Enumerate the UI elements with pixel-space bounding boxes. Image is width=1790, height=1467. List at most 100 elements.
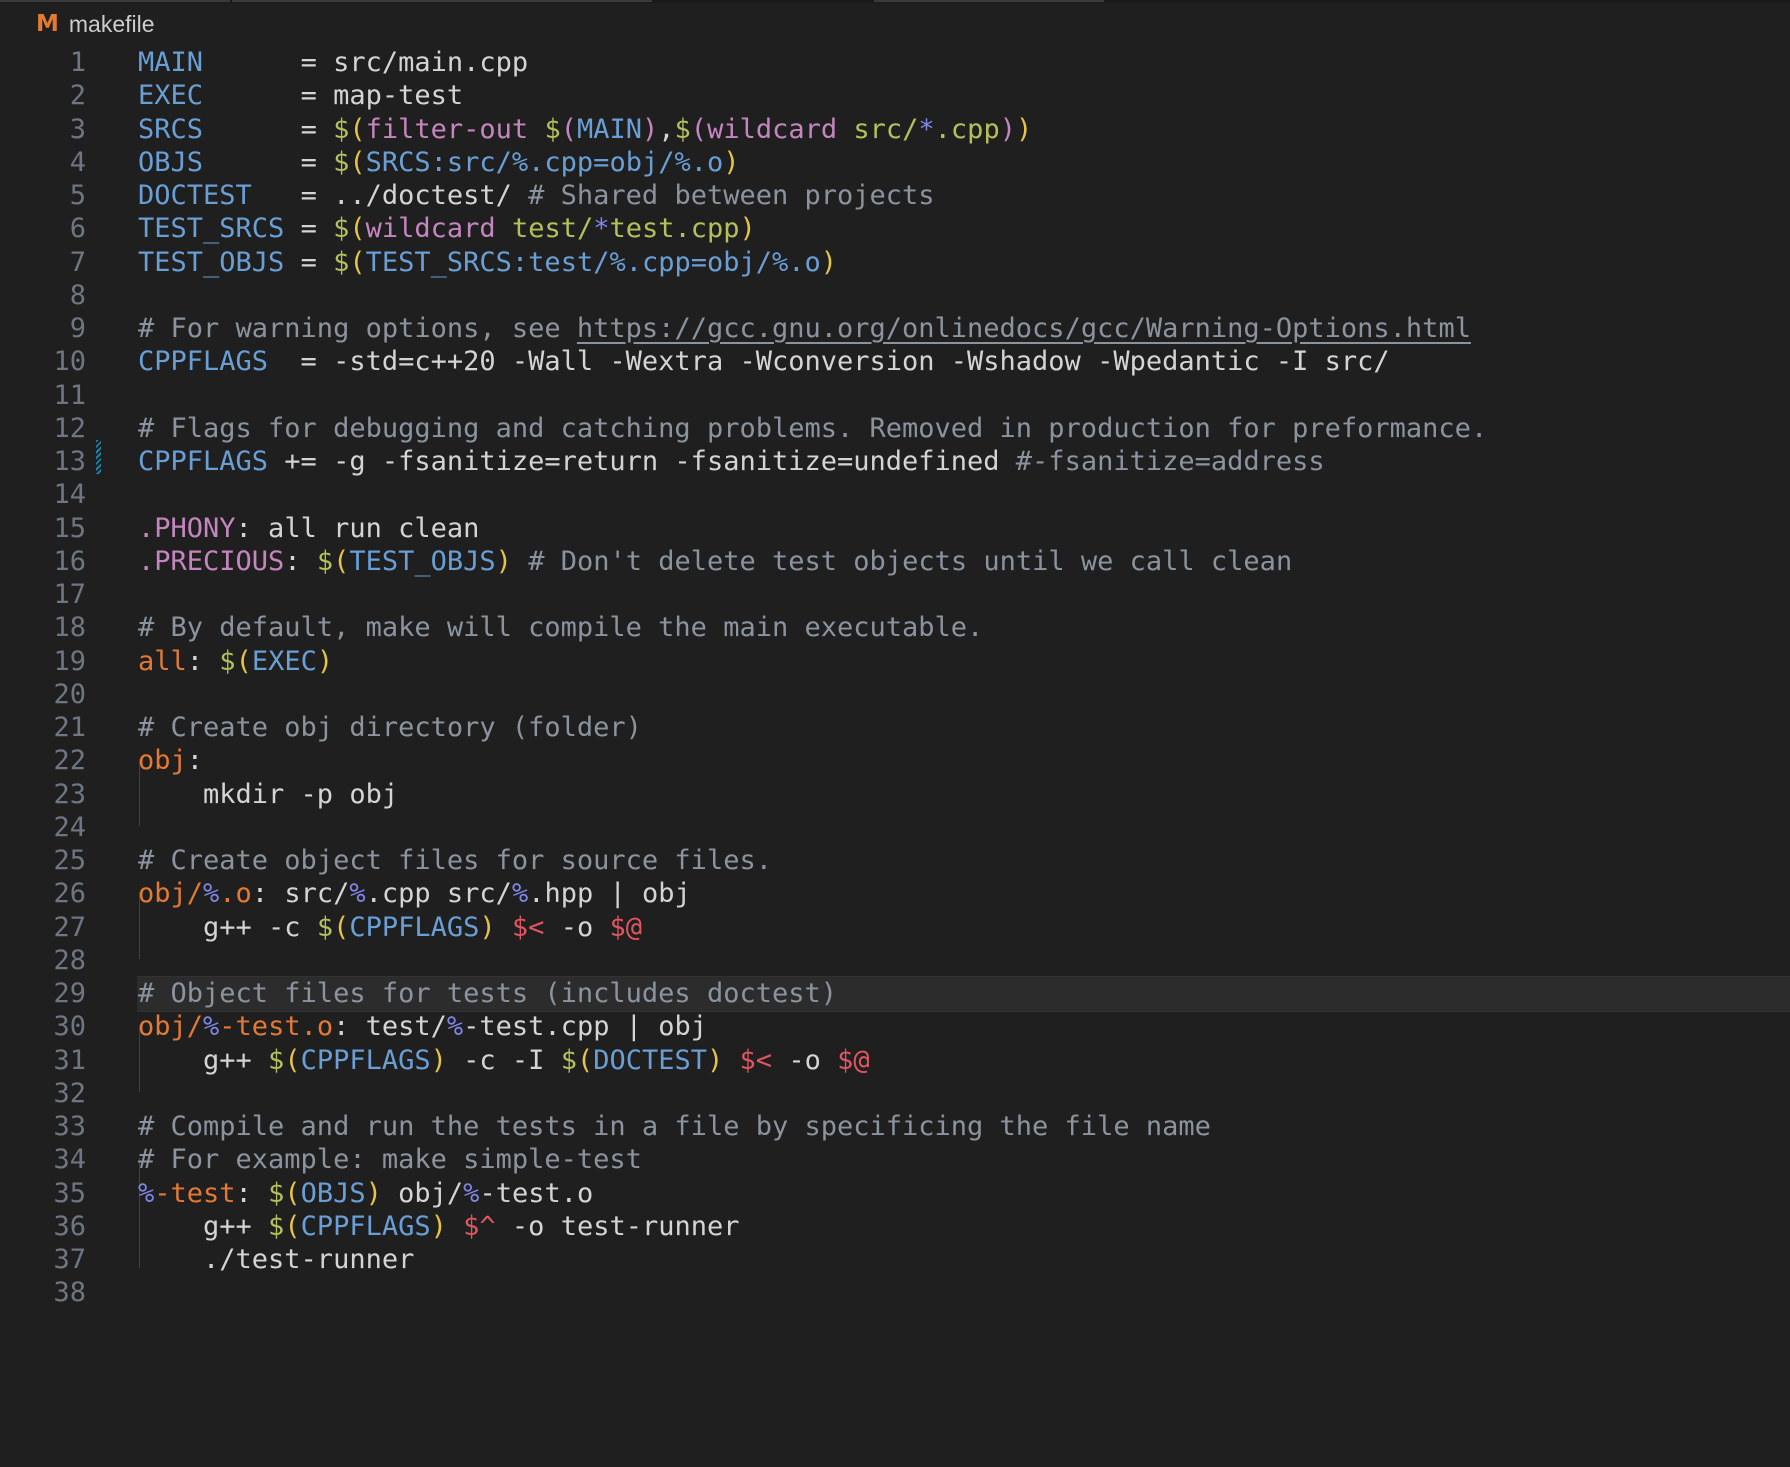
code-token: .cpp <box>934 113 1000 145</box>
code-token: = <box>284 246 334 278</box>
code-token: DOCTEST <box>138 180 252 211</box>
code-token: # For example: make simple-test <box>138 1144 642 1176</box>
code-token: TEST_OBJS <box>349 545 496 577</box>
code-token: ( <box>284 1044 301 1076</box>
code-token: .hpp | obj <box>528 878 691 910</box>
code-text[interactable]: .PRECIOUS: $(TEST_OBJS) # Don't delete t… <box>138 543 1292 581</box>
code-token: ) <box>1015 113 1033 145</box>
code-token: , <box>658 113 675 145</box>
code-token: $< <box>739 1044 773 1076</box>
code-token: = <box>203 146 334 178</box>
code-token: -test.o <box>479 1177 594 1209</box>
code-token: $ <box>560 1044 577 1076</box>
code-token[interactable]: https://gcc.gnu.org/onlinedocs/gcc/Warni… <box>577 313 1471 344</box>
code-token: # Don't delete test objects until we cal… <box>511 545 1293 577</box>
code-token: ) <box>365 1177 382 1209</box>
code-token: $ <box>333 246 350 278</box>
code-token: ) <box>820 246 838 278</box>
code-token: # Flags for debugging and catching probl… <box>138 412 1488 444</box>
code-token: test/ <box>511 213 594 245</box>
code-token: # Compile and run the tests in a file by… <box>138 1111 1211 1142</box>
code-token: TEST_OBJS <box>138 246 285 278</box>
code-token: SRCS <box>138 113 204 145</box>
code-token: -c -I <box>446 1044 561 1076</box>
code-token: -test.cpp | obj <box>463 1011 707 1043</box>
code-token: ) <box>739 213 756 245</box>
code-token: ( <box>235 645 252 677</box>
code-token: DOCTEST <box>593 1044 708 1076</box>
code-token: $ <box>544 113 561 145</box>
code-token: # Create obj directory (folder) <box>138 712 642 743</box>
code-token: OBJS <box>300 1177 366 1209</box>
code-token: #-fsanitize=address <box>1015 446 1325 477</box>
tab-indicator[interactable] <box>874 0 1104 2</box>
code-token: ( <box>349 146 366 178</box>
code-text[interactable]: mkdir -p obj <box>138 776 398 814</box>
code-token: g++ -c <box>138 911 317 943</box>
code-token: ) <box>495 545 512 577</box>
code-text[interactable]: TEST_OBJS = $(TEST_SRCS:test/%.cpp=obj/%… <box>138 244 837 282</box>
code-token: = ../doctest/ <box>251 180 529 211</box>
breadcrumb-file-name[interactable]: makefile <box>69 11 155 38</box>
code-text[interactable]: # Create obj directory (folder) <box>138 709 642 747</box>
code-text[interactable]: g++ -c $(CPPFLAGS) $< -o $@ <box>138 909 642 947</box>
code-token: ( <box>333 545 350 577</box>
code-text[interactable]: ./test-runner <box>138 1241 414 1279</box>
code-token: $< <box>511 911 545 943</box>
code-text[interactable]: CPPFLAGS += -g -fsanitize=return -fsanit… <box>138 443 1325 481</box>
code-token: ) <box>430 1044 447 1076</box>
tab-indicator[interactable] <box>0 0 230 2</box>
code-token: ( <box>576 1044 594 1076</box>
code-token: % <box>446 1011 464 1043</box>
code-token: ( <box>349 113 366 145</box>
code-token: .cpp src/ <box>365 878 512 910</box>
code-token: ) <box>999 113 1016 145</box>
code-token: CPPFLAGS <box>300 1210 431 1242</box>
code-token: obj/ <box>138 1011 204 1043</box>
code-editor[interactable]: 1 MAIN = src/main.cpp 2 EXEC = map-test 3 SRC… <box>0 46 1790 1467</box>
code-token: $ <box>316 545 334 577</box>
code-text[interactable]: g++ $(CPPFLAGS) -c -I $(DOCTEST) $< -o $… <box>138 1042 870 1080</box>
code-token: CPPFLAGS <box>300 1044 431 1076</box>
code-token: # For warning options, see <box>138 313 577 344</box>
code-token: ) <box>707 1044 724 1076</box>
code-token: EXEC <box>138 80 204 112</box>
code-token: $ <box>268 1177 285 1209</box>
code-token: : <box>284 545 317 577</box>
code-token: % <box>511 878 529 910</box>
code-token: $ <box>333 213 350 245</box>
code-token: % <box>463 1177 480 1209</box>
code-token: TEST_SRCS:test/%.cpp=obj/%.o <box>365 246 821 278</box>
code-token: ( <box>284 1177 301 1209</box>
code-token: ) <box>316 645 334 677</box>
code-token: # By default, make will compile the main… <box>138 612 984 644</box>
code-token: ( <box>349 246 366 278</box>
code-token: : src/ <box>251 878 350 910</box>
code-token: ) <box>430 1210 447 1242</box>
code-line[interactable]: 38 <box>0 1274 1790 1312</box>
code-token: CPPFLAGS <box>349 911 480 943</box>
code-token: : <box>235 1177 269 1209</box>
code-token: obj/ <box>138 878 204 910</box>
code-token: % <box>349 878 366 910</box>
code-token: OBJS <box>138 146 204 178</box>
code-token: $ <box>316 911 334 943</box>
code-token: ) <box>479 911 496 943</box>
code-token: SRCS:src/%.cpp=obj/%.o <box>365 146 724 178</box>
code-token: : <box>186 645 220 677</box>
code-text[interactable]: all: $(EXEC) <box>138 643 333 681</box>
code-token: ( <box>284 1210 301 1242</box>
tab-indicator[interactable] <box>232 0 652 2</box>
code-token: # Shared between projects <box>528 180 935 211</box>
code-token: $^ <box>463 1210 496 1242</box>
code-token: $ <box>333 146 350 178</box>
modified-line-indicator[interactable] <box>96 440 101 474</box>
breadcrumb[interactable]: M makefile <box>36 8 155 40</box>
code-token: .o <box>219 878 252 910</box>
code-token: CPPFLAGS <box>138 346 269 378</box>
code-token: obj <box>138 745 187 777</box>
code-token: = -std=c++20 -Wall -Wextra -Wconversion … <box>268 346 1390 378</box>
code-text[interactable]: CPPFLAGS = -std=c++20 -Wall -Wextra -Wco… <box>138 343 1390 381</box>
code-token: -test.o <box>219 1011 334 1043</box>
code-token: $ <box>333 113 350 145</box>
